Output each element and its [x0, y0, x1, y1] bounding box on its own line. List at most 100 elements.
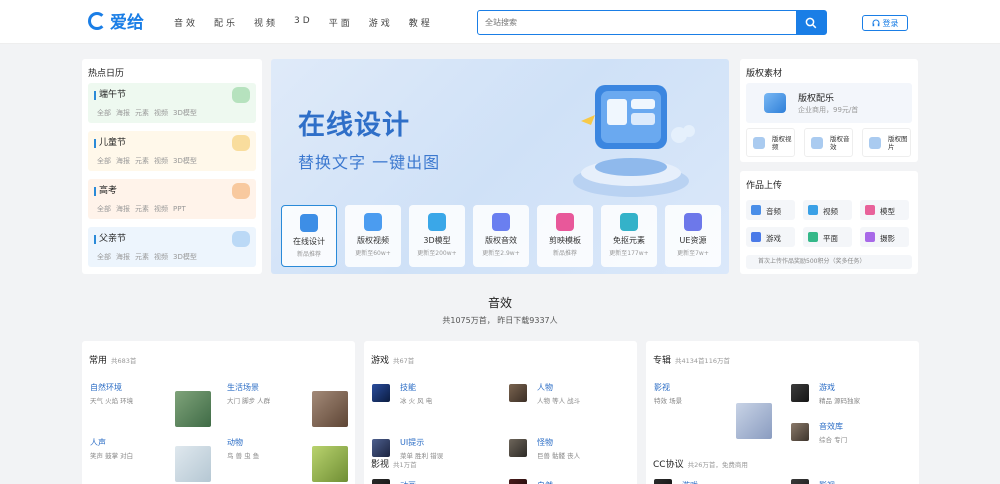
copyright-music-card[interactable]: 版权配乐 企业商用，99元/首	[746, 83, 912, 123]
section-title: 音效	[487, 296, 512, 310]
nav-item-graphic[interactable]: 平面	[329, 16, 353, 29]
hot-item[interactable]: 高考 全部 海报 元素 视频 PPT	[88, 179, 256, 219]
hot-tag[interactable]: 全部	[97, 205, 111, 213]
hot-tag[interactable]: 视频	[154, 109, 168, 117]
nav-item-3d[interactable]: 3D	[294, 16, 313, 29]
category-link[interactable]: 自然	[537, 480, 553, 484]
upload-button[interactable]: 摄影	[860, 227, 909, 247]
hot-tag[interactable]: 3D模型	[173, 157, 197, 165]
upload-button[interactable]: 模型	[860, 200, 909, 220]
category-tags: 特效 场景	[654, 397, 683, 405]
image-icon	[869, 137, 881, 149]
category-thumbnail[interactable]	[509, 439, 527, 457]
game-sound-column: 游戏 共67首 技能冰 火 风 电人物 人物 等人 战斗 UI提示 菜单 胜利 错误 怪物…	[364, 341, 637, 484]
nav-item-video[interactable]: 视频	[254, 16, 278, 29]
site-logo[interactable]: 爱给	[88, 8, 144, 33]
category-link[interactable]: 影视	[819, 480, 835, 484]
hot-tag[interactable]: 视频	[154, 205, 168, 213]
quick-link[interactable]: 剪映模板 新品推荐	[537, 205, 593, 267]
category-link[interactable]: 游戏	[682, 480, 698, 484]
hot-tag[interactable]: 海报	[116, 109, 130, 117]
category-thumbnail[interactable]	[509, 384, 527, 402]
upload-button[interactable]: 音频	[746, 200, 795, 220]
category-link[interactable]: 人物	[537, 382, 553, 393]
copyright-title: 版权素材	[746, 69, 783, 79]
category-thumbnail[interactable]	[372, 384, 390, 402]
category-link[interactable]: 音效库	[819, 421, 843, 432]
category-thumbnail[interactable]	[312, 446, 348, 482]
album-thumbnail[interactable]	[791, 423, 809, 441]
online-design-banner[interactable]: 在线设计 替换文字 一键出图 在线设计 新品推荐 版权视频 更新至60w+ 3D模型 更新…	[271, 59, 729, 274]
hot-tag[interactable]: 元素	[135, 157, 149, 165]
upload-type-icon	[751, 205, 761, 215]
hot-tag[interactable]: 视频	[154, 157, 168, 165]
hot-tag[interactable]: 3D模型	[173, 253, 197, 261]
category-link[interactable]: 自然环境	[90, 382, 122, 393]
hot-tag[interactable]: 元素	[135, 205, 149, 213]
hot-tag[interactable]: 海报	[116, 205, 130, 213]
category-link[interactable]: 人声	[90, 437, 106, 448]
hot-item-name: 端午节	[94, 91, 126, 100]
category-link[interactable]: 怪物	[537, 437, 553, 448]
album-count: 共4134首116万首	[675, 357, 730, 365]
hot-tag[interactable]: 视频	[154, 253, 168, 261]
category-thumbnail[interactable]	[372, 439, 390, 457]
copyright-video-button[interactable]: 版权视频	[746, 128, 795, 157]
category-thumbnail[interactable]	[372, 479, 390, 484]
category-link[interactable]: 影视	[654, 382, 670, 393]
nav-item-music[interactable]: 配乐	[214, 16, 238, 29]
category-link[interactable]: 技能	[400, 382, 416, 393]
quick-link[interactable]: 免抠元素 更新至177w+	[601, 205, 657, 267]
hot-tag[interactable]: 全部	[97, 253, 111, 261]
hot-tag[interactable]: 海报	[116, 253, 130, 261]
logo-text: 爱给	[110, 13, 144, 33]
hot-tag[interactable]: 全部	[97, 109, 111, 117]
upload-button[interactable]: 游戏	[746, 227, 795, 247]
category-link[interactable]: UI提示	[400, 437, 424, 448]
copyright-sound-button[interactable]: 版权音效	[804, 128, 853, 157]
album-thumbnail[interactable]	[791, 384, 809, 402]
category-tags: 鸟 兽 虫 鱼	[227, 452, 260, 460]
hot-tag[interactable]: 海报	[116, 157, 130, 165]
nav-item-game[interactable]: 游戏	[369, 16, 393, 29]
search-button[interactable]	[796, 11, 826, 34]
category-link[interactable]: 生活场景	[227, 382, 259, 393]
category-tags: 巨兽 骷髅 丧人	[537, 452, 581, 460]
copyright-image-button[interactable]: 版权图片	[862, 128, 911, 157]
upload-button[interactable]: 视频	[803, 200, 852, 220]
quick-link[interactable]: 在线设计 新品推荐	[281, 205, 337, 267]
upload-type-icon	[751, 232, 761, 242]
upload-button[interactable]: 平面	[803, 227, 852, 247]
search-input[interactable]	[478, 11, 796, 34]
design-illustration-icon	[573, 85, 695, 197]
game-title: 游戏	[371, 356, 390, 366]
quick-link-label: 在线设计	[293, 237, 325, 246]
nav-item-tutorial[interactable]: 教程	[409, 16, 433, 29]
quick-link-icon	[300, 214, 318, 232]
category-link[interactable]: 动物	[227, 437, 243, 448]
hot-item[interactable]: 父亲节 全部 海报 元素 视频 3D模型	[88, 227, 256, 267]
category-link[interactable]: 游戏	[819, 382, 835, 393]
quick-link[interactable]: 版权音效 更新至2.9w+	[473, 205, 529, 267]
quick-link[interactable]: 版权视频 更新至60w+	[345, 205, 401, 267]
quick-link[interactable]: 3D模型 更新至200w+	[409, 205, 465, 267]
login-button[interactable]: 登录	[862, 15, 908, 31]
hot-tag[interactable]: PPT	[173, 205, 186, 213]
category-thumbnail[interactable]	[175, 446, 211, 482]
category-thumbnail[interactable]	[791, 479, 809, 484]
hot-item[interactable]: 端午节全部 海报 元素 视频 3D模型	[88, 83, 256, 123]
album-thumbnail[interactable]	[736, 403, 772, 439]
hot-tag[interactable]: 元素	[135, 253, 149, 261]
quick-link[interactable]: UE资源 更新至7w+	[665, 205, 721, 267]
hot-tag[interactable]: 元素	[135, 109, 149, 117]
hot-item[interactable]: 儿童节 全部 海报 元素 视频 3D模型	[88, 131, 256, 171]
hot-tag[interactable]: 3D模型	[173, 109, 197, 117]
hot-tag[interactable]: 全部	[97, 157, 111, 165]
category-thumbnail[interactable]	[654, 479, 672, 484]
category-link[interactable]: 动画	[400, 480, 416, 484]
quick-link-label: 版权音效	[485, 236, 517, 245]
category-thumbnail[interactable]	[312, 391, 348, 427]
nav-item-sound[interactable]: 音效	[174, 16, 198, 29]
category-thumbnail[interactable]	[509, 479, 527, 484]
category-thumbnail[interactable]	[175, 391, 211, 427]
